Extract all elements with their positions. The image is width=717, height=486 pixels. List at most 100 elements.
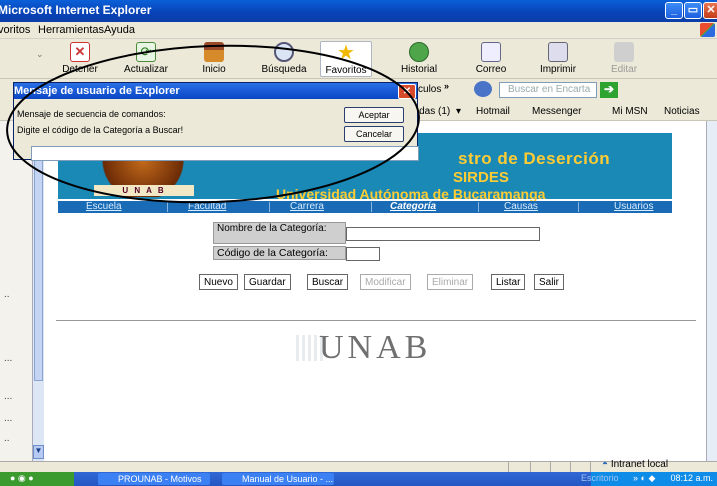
dialog-ok-button[interactable]: Aceptar (344, 107, 404, 123)
links-dropdown-icon[interactable]: ▾ (456, 106, 461, 117)
salir-button[interactable]: Salir (534, 274, 565, 290)
taskbar-item-prounab[interactable]: PROUNAB - Motivos -... (98, 473, 210, 485)
history-icon (409, 42, 429, 62)
nav-carrera[interactable]: Carrera (290, 201, 324, 213)
dialog-message-header: Mensaje de secuencia de comandos: (17, 109, 166, 119)
category-name-label: Nombre de la Categoría: (213, 222, 346, 244)
menu-herramientas[interactable]: Herramientas (38, 24, 104, 36)
search-button[interactable]: Búsqueda (260, 41, 308, 77)
maximize-button[interactable]: ▭ (684, 2, 702, 19)
menu-favoritos[interactable]: voritos (0, 24, 30, 36)
search-icon (274, 42, 294, 62)
clock: 08:12 a.m. (670, 473, 713, 483)
printer-icon (548, 42, 568, 62)
mail-icon (481, 42, 501, 62)
history-label: Historial (400, 64, 438, 75)
side-marker: .. (4, 289, 10, 300)
category-name-input[interactable] (346, 227, 540, 241)
refresh-button[interactable]: ⟳ Actualizar (118, 41, 174, 77)
main-nav: Escuela Facultad Carrera Categoría Causa… (58, 201, 672, 213)
left-side-panel: .. ... ... ... .. (0, 121, 32, 461)
banner-subtitle: SIRDES (453, 169, 509, 186)
dialog-message: Digite el código de la Categoría a Busca… (17, 125, 184, 135)
windows-logo-icon (700, 23, 715, 37)
divider (56, 320, 696, 321)
edit-button[interactable]: Editar (606, 41, 642, 77)
links-item-mimsn[interactable]: Mi MSN (612, 106, 648, 117)
links-chevron-icon[interactable]: » (444, 81, 449, 91)
history-button[interactable]: Historial (396, 41, 442, 77)
left-scrollbar[interactable]: ▼ (32, 121, 44, 461)
print-label: Imprimir (539, 64, 577, 75)
nav-escuela[interactable]: Escuela (86, 201, 122, 213)
links-item-messenger[interactable]: Messenger (532, 106, 581, 117)
taskbar-item-manual[interactable]: Manual de Usuario - ... (222, 473, 334, 485)
stop-icon: ✕ (70, 42, 90, 62)
minimize-button[interactable]: _ (665, 2, 683, 19)
security-zone: ◓ Intranet local (602, 459, 668, 470)
logo-text: U N A B (94, 185, 194, 196)
listar-button[interactable]: Listar (491, 274, 526, 290)
dialog-close-button[interactable]: ✕ (398, 84, 416, 99)
mail-button[interactable]: Correo (470, 41, 512, 77)
footer-logo: UNAB (319, 329, 432, 366)
home-button[interactable]: Inicio (196, 41, 232, 77)
category-code-label: Código de la Categoría: (213, 246, 346, 260)
encarta-go-button[interactable]: ➔ (600, 82, 618, 98)
status-bar: ◓ Intranet local (0, 459, 717, 473)
nav-categoria[interactable]: Categoría (390, 201, 436, 213)
nuevo-button[interactable]: Nuevo (199, 274, 238, 290)
dialog-text-input[interactable] (31, 146, 419, 161)
side-marker: ... (4, 413, 13, 424)
dialog-cancel-button[interactable]: Cancelar (344, 126, 404, 142)
refresh-icon: ⟳ (136, 42, 156, 62)
guardar-button[interactable]: Guardar (244, 274, 291, 290)
category-code-input[interactable] (346, 247, 380, 261)
eliminar-button[interactable]: Eliminar (427, 274, 474, 290)
tray-icons[interactable]: » ◐ ◆ (633, 473, 655, 484)
scroll-down-icon[interactable]: ▼ (33, 445, 44, 459)
nav-causas[interactable]: Causas (504, 201, 538, 213)
stop-label: Detener (62, 64, 98, 75)
edit-icon (614, 42, 634, 62)
tray-desktop-label[interactable]: Escritorio (581, 473, 619, 483)
window-title: Microsoft Internet Explorer (0, 3, 152, 17)
favorites-label: Favoritos (325, 65, 367, 76)
encarta-search-input[interactable]: Buscar en Encarta (499, 82, 597, 98)
right-scrollbar[interactable] (706, 121, 717, 461)
links-item-noticias[interactable]: Noticias (664, 106, 700, 117)
search-label: Búsqueda (261, 64, 307, 75)
modificar-button[interactable]: Modificar (360, 274, 411, 290)
menu-ayuda[interactable]: Ayuda (104, 24, 135, 36)
banner-university: Universidad Autónoma de Bucaramanga (276, 186, 546, 202)
nav-facultad[interactable]: Facultad (188, 201, 226, 213)
edit-label: Editar (610, 64, 638, 75)
side-marker: ... (4, 353, 13, 364)
back-dropdown-icon[interactable]: ⌄ (36, 49, 44, 60)
menu-bar: voritos Herramientas Ayuda (0, 22, 717, 39)
print-button[interactable]: Imprimir (534, 41, 582, 77)
star-icon: ★ (337, 42, 355, 64)
banner-title: stro de Deserción (458, 149, 611, 168)
buscar-button[interactable]: Buscar (307, 274, 349, 290)
windows-taskbar: ● ◉ ● PROUNAB - Motivos -... Manual de U… (0, 472, 717, 486)
encarta-search-icon (474, 81, 492, 97)
page-content: U N A B stro de Deserción SIRDES Univers… (44, 121, 706, 461)
left-scrollbar-thumb[interactable] (34, 131, 43, 381)
close-window-button[interactable]: ✕ (703, 2, 717, 19)
home-icon (204, 42, 224, 62)
system-tray: Escritorio » ◐ ◆ 08:12 a.m. (581, 472, 717, 486)
home-label: Inicio (202, 64, 226, 75)
script-prompt-dialog: Mensaje de usuario de Explorer ✕ Mensaje… (13, 82, 419, 161)
links-item-hotmail[interactable]: Hotmail (476, 106, 510, 117)
favorites-button[interactable]: ★ Favoritos (320, 41, 372, 77)
standard-toolbar: ⌄ ✕ Detener ⟳ Actualizar Inicio Búsqueda… (0, 39, 717, 79)
stop-button[interactable]: ✕ Detener (56, 41, 104, 77)
security-zone-label: Intranet local (610, 459, 669, 470)
intranet-icon: ◓ (602, 459, 609, 470)
nav-usuarios[interactable]: Usuarios (614, 201, 653, 213)
refresh-label: Actualizar (124, 64, 168, 75)
dialog-title: Mensaje de usuario de Explorer (14, 83, 417, 99)
quicklaunch-icons[interactable]: ● ◉ ● (10, 473, 34, 484)
side-marker: .. (4, 433, 10, 444)
